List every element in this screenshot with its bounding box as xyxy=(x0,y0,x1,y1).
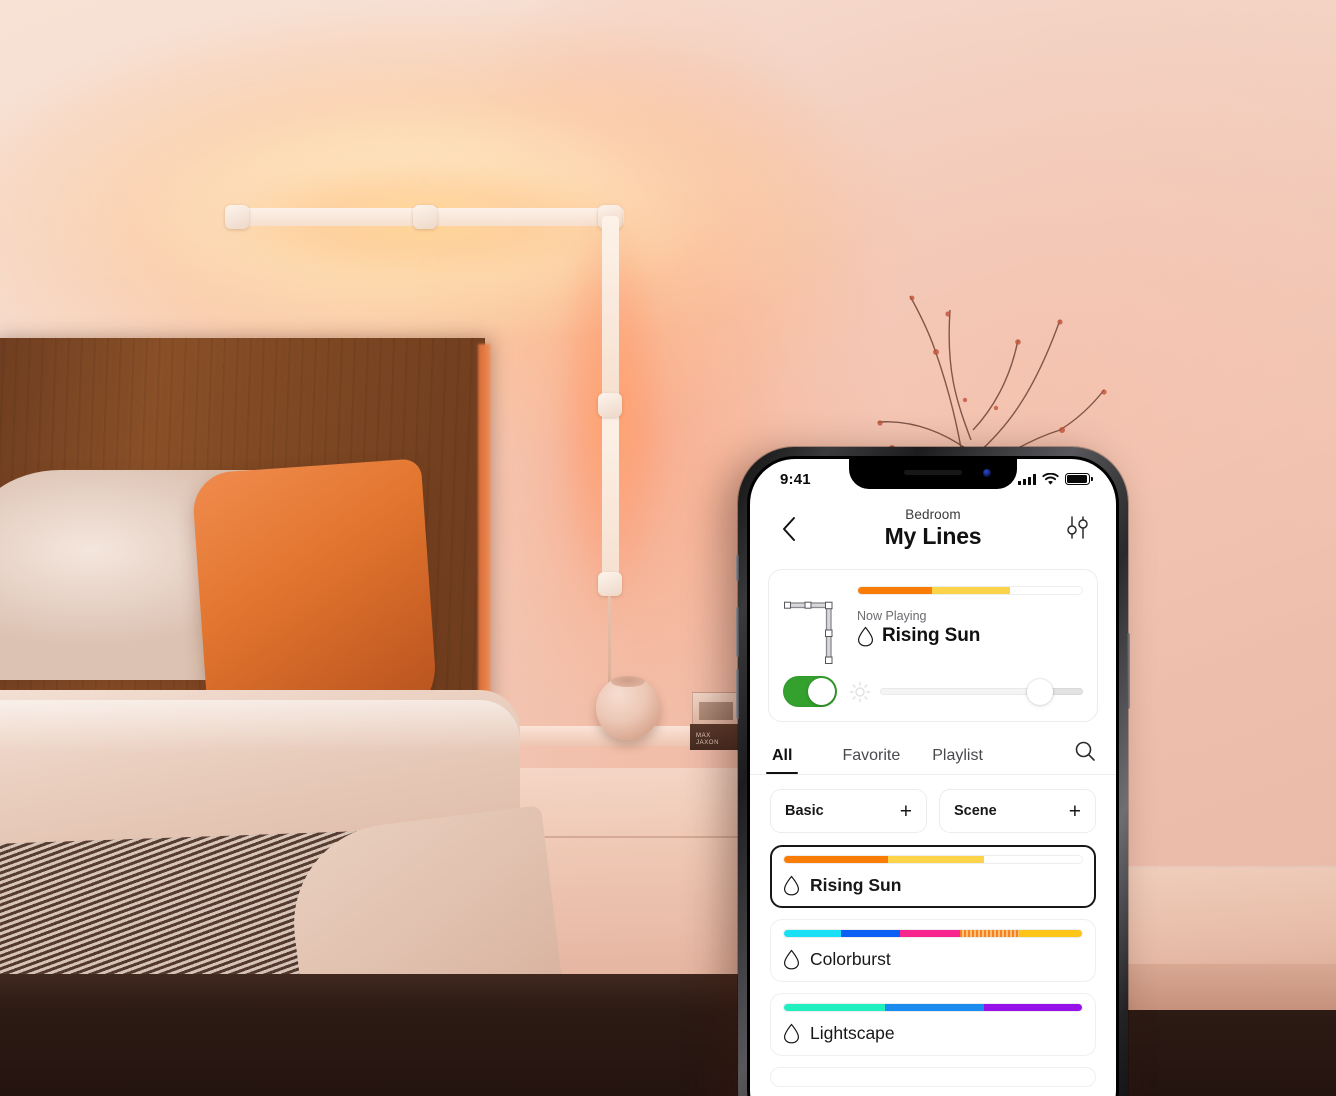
effect-card-rising-sun[interactable]: Rising Sun xyxy=(770,845,1096,908)
now-playing-card[interactable]: Now Playing Rising Sun xyxy=(768,569,1098,722)
effect-label: Lightscape xyxy=(810,1023,895,1043)
chip-scene-label: Scene xyxy=(954,803,997,819)
plus-icon: + xyxy=(1068,799,1081,823)
search-icon xyxy=(1075,741,1095,761)
effect-label: Colorburst xyxy=(810,949,891,969)
brightness-control xyxy=(849,678,1083,705)
light-node-1 xyxy=(225,205,249,229)
volume-down-button[interactable] xyxy=(736,669,739,719)
nav-subtitle: Bedroom xyxy=(905,506,961,522)
brightness-slider-knob[interactable] xyxy=(1027,678,1054,705)
effect-name-row: Colorburst xyxy=(783,949,1083,970)
page-title: My Lines xyxy=(884,522,982,549)
tab-bar: All Favorite Playlist xyxy=(750,722,1116,774)
brightness-slider[interactable] xyxy=(880,678,1083,705)
effect-gradient-bar xyxy=(783,1003,1083,1012)
light-node-2 xyxy=(413,205,437,229)
nav-bar: Bedroom My Lines xyxy=(750,493,1116,557)
tab-playlist[interactable]: Playlist xyxy=(932,747,983,774)
power-toggle[interactable] xyxy=(783,676,837,707)
effect-gradient-bar xyxy=(783,929,1083,938)
now-playing-effect-name: Rising Sun xyxy=(882,625,981,646)
battery-full-icon xyxy=(1065,473,1093,485)
light-bar-layout-icon xyxy=(781,584,847,664)
now-playing-top: Now Playing Rising Sun xyxy=(781,584,1083,664)
nav-title-group: Bedroom My Lines xyxy=(806,507,1060,550)
bed-sheet-fold xyxy=(0,700,520,752)
now-playing-gradient-bar xyxy=(857,586,1083,595)
now-playing-info: Now Playing Rising Sun xyxy=(857,584,1083,647)
light-bar-vertical-1 xyxy=(602,216,619,406)
smart-speaker-top xyxy=(611,676,645,687)
droplet-icon xyxy=(783,875,800,896)
mute-switch[interactable] xyxy=(736,555,739,581)
volume-up-button[interactable] xyxy=(736,607,739,657)
sun-icon xyxy=(849,681,871,702)
droplet-icon xyxy=(857,626,874,646)
effect-label: Rising Sun xyxy=(810,875,902,895)
chip-basic[interactable]: Basic + xyxy=(770,789,927,833)
tab-favorite[interactable]: Favorite xyxy=(842,747,900,774)
status-icons xyxy=(1018,472,1093,486)
effect-name-row: Rising Sun xyxy=(783,875,1083,896)
now-playing-effect: Rising Sun xyxy=(857,625,1083,647)
plus-icon: + xyxy=(899,799,912,823)
settings-button[interactable] xyxy=(1060,512,1094,546)
chevron-left-icon xyxy=(783,517,795,541)
light-bar-vertical-2 xyxy=(602,406,619,586)
effect-card-lightscape[interactable]: Lightscape xyxy=(770,993,1096,1056)
floor-right-strip xyxy=(1106,964,1336,1010)
now-playing-label: Now Playing xyxy=(857,609,927,623)
effect-list: Rising Sun Colorburst Lightscape xyxy=(750,833,1116,1087)
light-power-cord xyxy=(608,596,611,692)
wifi-icon xyxy=(1042,472,1059,485)
effect-card-colorburst[interactable]: Colorburst xyxy=(770,919,1096,982)
chip-scene[interactable]: Scene + xyxy=(939,789,1096,833)
effect-gradient-bar xyxy=(783,855,1083,864)
droplet-icon xyxy=(783,1023,800,1044)
light-node-4 xyxy=(598,393,622,417)
category-chips: Basic + Scene + xyxy=(750,775,1116,833)
chip-basic-label: Basic xyxy=(785,803,824,819)
room-scene: MAX JAXON xyxy=(0,0,1336,1096)
status-time: 9:41 xyxy=(780,470,811,488)
search-button[interactable] xyxy=(1074,740,1096,774)
droplet-icon xyxy=(783,949,800,970)
phone-screen: 9:41 Bedroom My Lines Now Playing Rising… xyxy=(750,459,1116,1096)
sliders-icon xyxy=(1067,516,1088,539)
status-bar: 9:41 xyxy=(750,459,1116,493)
light-node-5 xyxy=(598,572,622,596)
back-button[interactable] xyxy=(772,512,806,546)
tab-all[interactable]: All xyxy=(765,747,800,774)
phone-device: 9:41 Bedroom My Lines Now Playing Rising… xyxy=(736,447,1130,1096)
phone-bezel: 9:41 Bedroom My Lines Now Playing Rising… xyxy=(747,456,1119,1096)
signal-bars-icon xyxy=(1018,473,1036,485)
effect-name-row: Lightscape xyxy=(783,1023,1083,1044)
power-button[interactable] xyxy=(1127,633,1130,709)
now-playing-controls xyxy=(781,676,1083,707)
effect-card-partial[interactable] xyxy=(770,1067,1096,1087)
